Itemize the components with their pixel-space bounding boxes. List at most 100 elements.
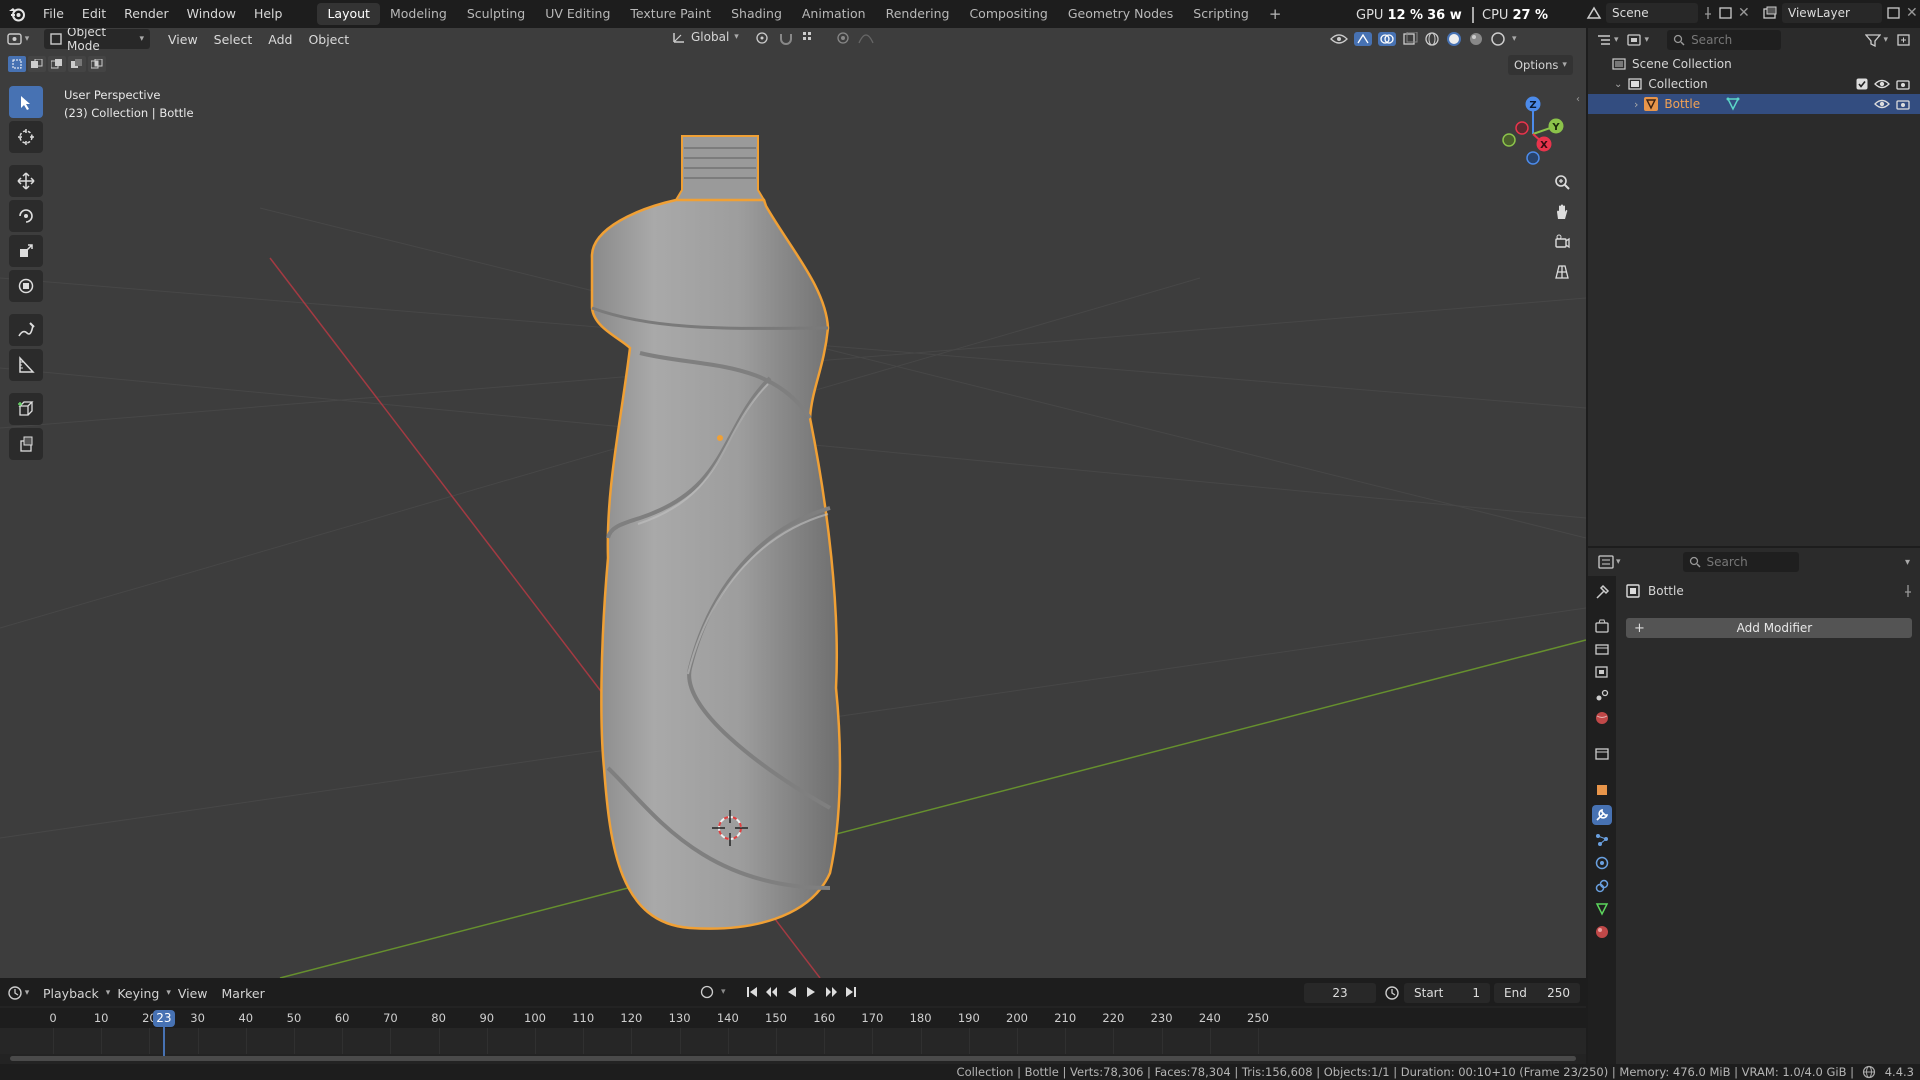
playhead[interactable]: 23	[152, 1010, 175, 1027]
constraints-tab-icon[interactable]	[1594, 878, 1610, 894]
new-viewlayer-icon[interactable]	[1886, 6, 1902, 20]
solid-shading-icon[interactable]	[1446, 31, 1462, 47]
tab-geometry-nodes[interactable]: Geometry Nodes	[1058, 3, 1183, 25]
mesh-data-icon[interactable]	[1726, 97, 1740, 111]
gizmo-toggle-icon[interactable]	[1354, 32, 1372, 46]
outliner[interactable]: ▾ ▾ Search ▾ Scene Collection ⌄ Collecti…	[1588, 28, 1920, 546]
pan-hand-icon[interactable]	[1548, 198, 1576, 226]
view-layer-tab-icon[interactable]	[1594, 664, 1610, 680]
remove-viewlayer-icon[interactable]: ✕	[1906, 5, 1918, 21]
tab-compositing[interactable]: Compositing	[959, 3, 1057, 25]
scene-selector[interactable]: Scene ✕	[1586, 3, 1750, 23]
timeline-ruler[interactable]: 0 10 20 30 40 50 60 70 80 90 100 110 120 130 140 150 160…	[0, 1008, 1586, 1028]
material-tab-icon[interactable]	[1594, 924, 1610, 940]
outliner-row-collection[interactable]: ⌄ Collection	[1588, 74, 1920, 94]
tab-layout[interactable]: Layout	[317, 3, 380, 25]
select-new-icon[interactable]	[8, 56, 26, 72]
proportional-edit-icon[interactable]	[836, 31, 850, 45]
transform-orientation[interactable]: Global ▾	[672, 30, 739, 44]
menu-window[interactable]: Window	[178, 3, 245, 25]
blender-logo-icon[interactable]	[0, 6, 34, 22]
play-reverse-icon[interactable]	[786, 986, 798, 998]
outliner-search-input[interactable]: Search	[1667, 30, 1782, 50]
shading-options-chevron-icon[interactable]: ▾	[1512, 34, 1517, 44]
network-globe-icon[interactable]	[1862, 1065, 1876, 1079]
collection-tab-icon[interactable]	[1594, 746, 1610, 762]
scene-name-field[interactable]: Scene	[1606, 3, 1698, 23]
data-tab-icon[interactable]	[1594, 901, 1610, 917]
viewport-menu-select[interactable]: Select	[206, 32, 261, 47]
wireframe-shading-icon[interactable]	[1424, 31, 1440, 47]
select-invert-icon[interactable]	[68, 56, 86, 72]
rotate-tool[interactable]	[9, 200, 43, 232]
prev-keyframe-icon[interactable]	[765, 986, 779, 998]
menu-render[interactable]: Render	[115, 3, 178, 25]
jump-start-icon[interactable]	[746, 986, 758, 998]
pin-icon[interactable]	[1902, 584, 1914, 598]
new-collection-icon[interactable]	[1896, 33, 1912, 47]
tab-texture-paint[interactable]: Texture Paint	[620, 3, 721, 25]
add-workspace-button[interactable]: +	[1259, 3, 1292, 25]
chevron-down-icon[interactable]: ▾	[1905, 557, 1910, 568]
start-frame-field[interactable]: Start 1	[1404, 983, 1490, 1003]
overlays-icon[interactable]	[1378, 32, 1396, 46]
visibility-icon[interactable]	[1330, 32, 1348, 46]
mode-selector[interactable]: Object Mode ▾	[44, 28, 150, 53]
pin-icon[interactable]	[1702, 6, 1714, 20]
select-extend-icon[interactable]	[28, 56, 46, 72]
move-tool[interactable]	[9, 165, 43, 197]
menu-file[interactable]: File	[34, 3, 73, 25]
end-frame-field[interactable]: End 250	[1494, 983, 1580, 1003]
outliner-row-scene-collection[interactable]: Scene Collection	[1588, 54, 1920, 74]
display-mode-icon[interactable]: ▾	[1626, 33, 1649, 47]
pivot-icon[interactable]	[754, 31, 770, 45]
add-cube-tool[interactable]	[9, 393, 43, 425]
falloff-icon[interactable]	[858, 31, 874, 45]
snap-magnet-icon[interactable]	[778, 31, 794, 45]
viewlayer-name-field[interactable]: ViewLayer	[1782, 3, 1882, 23]
collapse-chevron-icon[interactable]: ⌄	[1614, 79, 1622, 90]
camera-view-icon[interactable]	[1548, 228, 1576, 256]
menu-edit[interactable]: Edit	[73, 3, 115, 25]
transform-tool[interactable]	[9, 270, 43, 302]
outliner-row-bottle[interactable]: › Bottle	[1588, 94, 1920, 114]
timeline-menu-marker[interactable]: Marker	[215, 986, 272, 1001]
tab-uv-editing[interactable]: UV Editing	[535, 3, 620, 25]
timeline-menu-playback[interactable]: Playback	[36, 986, 106, 1001]
select-box-tool[interactable]	[9, 86, 43, 118]
timeline-menu-view[interactable]: View	[171, 986, 215, 1001]
physics-tab-icon[interactable]	[1594, 855, 1610, 871]
filter-icon[interactable]: ▾	[1865, 33, 1888, 47]
viewport-menu-object[interactable]: Object	[300, 32, 357, 47]
object-tab-icon[interactable]	[1594, 782, 1610, 798]
expand-chevron-icon[interactable]: ›	[1634, 98, 1638, 111]
snap-controls[interactable]	[754, 31, 874, 45]
outliner-editor-type-icon[interactable]: ▾	[1596, 33, 1619, 47]
scene-tab-icon[interactable]	[1594, 687, 1610, 703]
properties-editor[interactable]: ▾ Search ▾ Bottle + Add Modifier	[1588, 548, 1920, 1064]
add-object-tool[interactable]	[9, 428, 43, 460]
properties-editor-type-icon[interactable]: ▾	[1598, 555, 1621, 569]
exclude-checkbox[interactable]	[1856, 78, 1868, 90]
jump-end-icon[interactable]	[845, 986, 857, 998]
menu-help[interactable]: Help	[245, 3, 292, 25]
options-button[interactable]: Options ▾	[1508, 55, 1573, 75]
remove-scene-icon[interactable]: ✕	[1738, 5, 1750, 21]
timeline-scrollbar[interactable]	[10, 1056, 1576, 1061]
tool-tab-icon[interactable]	[1594, 584, 1610, 600]
ortho-grid-icon[interactable]	[1548, 258, 1576, 286]
tab-shading[interactable]: Shading	[721, 3, 792, 25]
tab-scripting[interactable]: Scripting	[1183, 3, 1259, 25]
preview-range-clock-icon[interactable]	[1384, 985, 1400, 1001]
modifier-tab-icon[interactable]	[1592, 805, 1612, 825]
sidebar-toggle-chevron-icon[interactable]: ‹	[1576, 94, 1580, 105]
tab-sculpting[interactable]: Sculpting	[457, 3, 535, 25]
select-intersect-icon[interactable]	[88, 56, 106, 72]
snap-grid-icon[interactable]	[802, 31, 816, 45]
scale-tool[interactable]	[9, 235, 43, 267]
cursor-tool[interactable]	[9, 121, 43, 153]
add-modifier-button[interactable]: + Add Modifier	[1626, 618, 1912, 638]
render-tab-icon[interactable]	[1594, 618, 1610, 634]
measure-tool[interactable]	[9, 349, 43, 381]
properties-search-input[interactable]: Search	[1682, 552, 1799, 572]
